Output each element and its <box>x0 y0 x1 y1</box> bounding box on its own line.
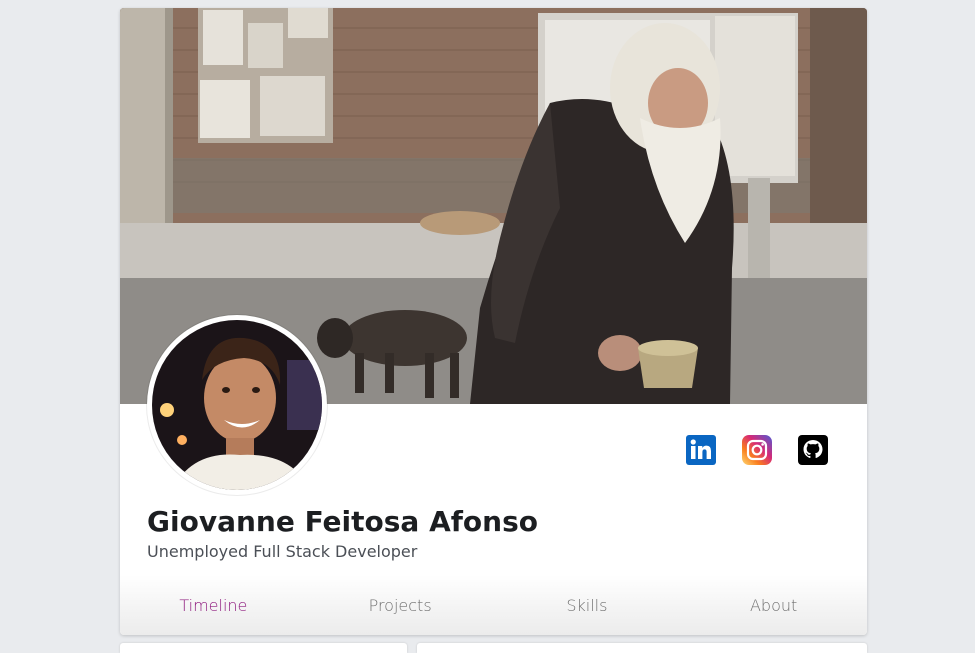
linkedin-icon <box>686 435 716 465</box>
content-card-right <box>417 643 867 653</box>
github-link[interactable] <box>798 435 828 465</box>
profile-tabs: Timeline Projects Skills About <box>120 575 867 635</box>
profile-name: Giovanne Feitosa Afonso <box>147 505 539 538</box>
instagram-icon <box>742 435 772 465</box>
tab-skills[interactable]: Skills <box>494 575 681 635</box>
content-card-left <box>120 643 407 653</box>
profile-avatar[interactable] <box>147 315 327 495</box>
profile-card: Giovanne Feitosa Afonso Unemployed Full … <box>120 8 867 635</box>
instagram-link[interactable] <box>742 435 772 465</box>
tab-about[interactable]: About <box>680 575 867 635</box>
profile-subtitle: Unemployed Full Stack Developer <box>147 542 418 561</box>
tab-timeline[interactable]: Timeline <box>120 575 307 635</box>
linkedin-link[interactable] <box>686 435 716 465</box>
github-icon <box>798 435 828 465</box>
tab-projects[interactable]: Projects <box>307 575 494 635</box>
